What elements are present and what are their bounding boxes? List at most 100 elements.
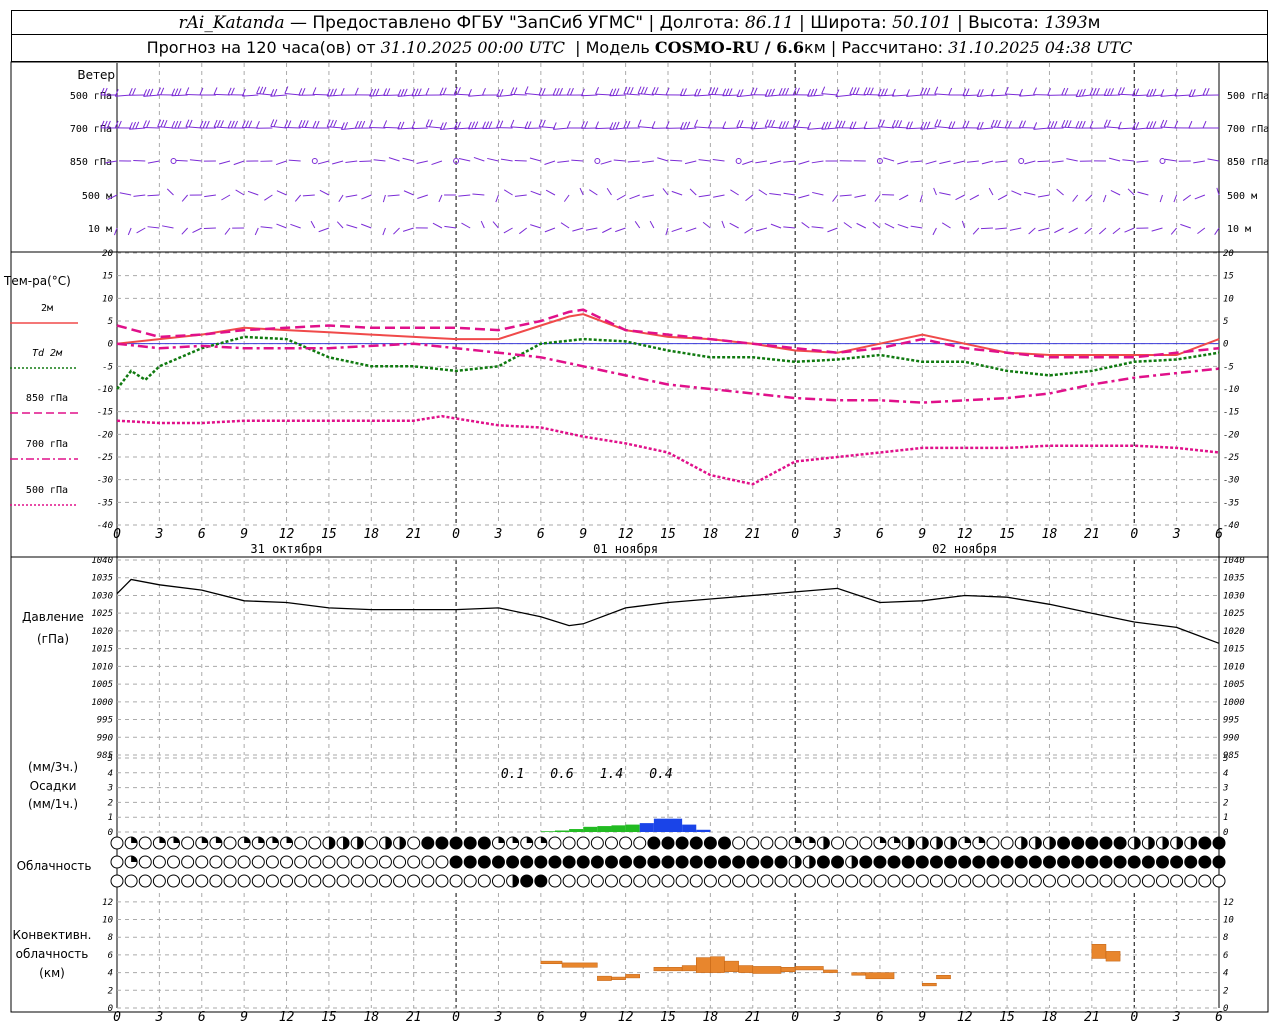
temp-tick-right: -5 (1223, 362, 1234, 372)
day-label: 31 октября (250, 542, 322, 556)
wind-barb-feather (146, 88, 151, 97)
hour-label-bottom: 21 (745, 1010, 761, 1024)
cloud-cover-fill (526, 837, 533, 843)
wind-barb-feather (456, 87, 461, 95)
hour-label: 9 (240, 527, 248, 542)
cloud-cover-symbol (181, 874, 195, 888)
wind-barb (662, 188, 669, 196)
cloud-cover-symbol (929, 855, 943, 869)
wind-barb-feather (894, 120, 899, 128)
wind-barb (811, 226, 824, 229)
hour-label: 6 (1215, 527, 1223, 542)
cloud-cover-symbol (209, 874, 223, 888)
wind-barb (221, 194, 231, 201)
wind-barb-feather (683, 88, 687, 96)
wind-barb (606, 188, 612, 196)
cloud-cover-symbol (1127, 855, 1141, 869)
wind-barb-feather (439, 87, 444, 95)
wind-barb (317, 160, 330, 165)
wind-barb-feather (569, 87, 574, 96)
wind-barb-feather (863, 87, 868, 95)
temp-tick-left: -15 (97, 408, 113, 418)
temp-tick-right: 20 (1223, 249, 1234, 259)
wind-level-left: 10 м (88, 224, 112, 235)
cloud-cover-symbol (265, 855, 279, 869)
cloud-cover-symbol (265, 874, 279, 888)
wind-barb (980, 227, 993, 230)
wind-barb-feather (262, 86, 267, 95)
wind-barb-feather (333, 120, 337, 128)
wind-barb (247, 190, 259, 196)
cloud-cover-symbol (661, 836, 675, 850)
wind-barb-feather (736, 120, 741, 128)
wind-barb-feather (1152, 121, 1157, 129)
hour-label: 12 (957, 527, 973, 542)
cloud-cover-symbol (816, 874, 830, 888)
wind-barb-feather (1103, 88, 1108, 96)
cloud-cover-symbol (1071, 855, 1085, 869)
cloud-cover-symbol (223, 855, 237, 869)
wind-barb-feather (1160, 119, 1165, 128)
wind-barb (127, 227, 132, 236)
wind-barb (524, 92, 541, 96)
wind-barb (557, 160, 570, 163)
cloud-cover-symbol (802, 874, 816, 888)
hour-label: 12 (279, 527, 295, 542)
wind-barb (458, 194, 471, 197)
temp-series-4 (116, 414, 1220, 486)
wind-barb-feather (926, 121, 931, 129)
wind-barb (854, 194, 866, 198)
cloud-cover-symbol (336, 855, 350, 869)
cloud-cover-symbol (562, 836, 576, 850)
cloud-cover-symbol (915, 874, 929, 888)
wind-barb (276, 190, 287, 196)
wind-barb-feather (298, 88, 303, 96)
cloud-cover-symbol (1042, 874, 1056, 888)
wind-barb (602, 227, 612, 234)
convective-bar (696, 957, 711, 973)
wind-barb-feather (457, 121, 461, 130)
hour-label-bottom: 12 (618, 1010, 634, 1024)
wind-barb (933, 187, 937, 196)
wind-barb (906, 94, 923, 97)
wind-barb (722, 127, 739, 130)
cloud-cover-symbol (1099, 874, 1113, 888)
cloud-cover-symbol (477, 855, 491, 869)
wind-barb-feather (552, 88, 557, 96)
wind-level-right: 500 м (1227, 191, 1257, 202)
wind-barb-feather (728, 88, 733, 96)
wind-barb-feather (1205, 87, 1210, 96)
cloud-cover-symbol (774, 855, 788, 869)
wind-barb (642, 194, 654, 198)
wind-barb (1112, 227, 1121, 235)
wind-barb-feather (827, 121, 832, 129)
pressure-tick-left: 1040 (91, 556, 113, 566)
pressure-tick-left: 1025 (91, 609, 113, 619)
cloud-cover-fill (879, 837, 886, 843)
wind-barb-feather (177, 88, 182, 96)
cloud-cover-fill (809, 856, 816, 868)
wind-barb-feather (329, 88, 334, 97)
wind-barb-feather (821, 86, 826, 94)
convective-bar (936, 975, 951, 980)
wind-barb (713, 194, 725, 198)
wind-barb-feather (131, 87, 136, 96)
cloud-cover-symbol (393, 874, 407, 888)
cloud-cover-symbol (647, 855, 661, 869)
wind-barb (115, 94, 132, 97)
cloud-cover-symbol (746, 836, 760, 850)
wind-barb (346, 224, 358, 229)
cloud-cover-symbol (378, 874, 392, 888)
hour-label: 6 (537, 527, 545, 542)
wind-barb-feather (1106, 119, 1111, 128)
cloud-cover-symbol (435, 855, 449, 869)
wind-barb (571, 159, 584, 162)
wind-barb-feather (1135, 122, 1140, 130)
wind-barb-feather (383, 120, 388, 128)
wind-barb (801, 222, 810, 229)
wind-barb-feather (1202, 120, 1207, 129)
convective-bar (922, 982, 937, 987)
wind-barb-feather (866, 87, 871, 95)
wind-barb-feather (513, 87, 518, 95)
wind-barb (736, 94, 753, 98)
